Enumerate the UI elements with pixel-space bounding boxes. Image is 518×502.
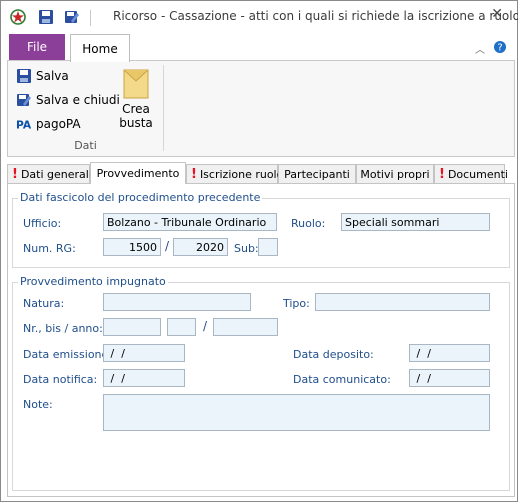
tab-documenti[interactable]: ! Documenti: [434, 164, 508, 183]
window-title: Ricorso - Cassazione - atti con i quali …: [113, 9, 518, 23]
warning-icon: !: [191, 166, 197, 182]
save-icon: [16, 68, 32, 84]
bis-field[interactable]: [167, 318, 196, 336]
salva-label: Salva: [36, 69, 69, 83]
numrg-field[interactable]: [103, 238, 161, 256]
save-close-icon: [16, 92, 32, 108]
ufficio-field[interactable]: [103, 213, 277, 231]
tab-label: Dati generali: [20, 167, 92, 181]
nr-bis-anno-label: Nr., bis / anno:: [23, 322, 103, 335]
tab-file[interactable]: File: [9, 34, 65, 60]
data-emissione-field[interactable]: [103, 344, 185, 362]
salva-chiudi-label: Salva e chiudi: [36, 93, 120, 107]
pagopa-label: pagoPA: [36, 117, 81, 131]
numrg-label: Num. RG:: [23, 242, 76, 255]
crea-busta-button[interactable]: Crea busta: [114, 69, 158, 130]
note-label: Note:: [23, 398, 53, 411]
tipo-label: Tipo:: [283, 297, 310, 310]
fascicolo-group: Dati fascicolo del procedimento preceden…: [12, 191, 510, 268]
pagopa-icon: PA: [16, 116, 32, 132]
document-tabs: ! Dati generali Provvedimento ! Iscrizio…: [7, 162, 513, 184]
salva-chiudi-button[interactable]: Salva e chiudi: [16, 92, 120, 108]
ufficio-label: Ufficio:: [23, 217, 62, 230]
ribbon-group-label: Dati: [74, 139, 97, 152]
provvedimento-legend: Provvedimento impugnato: [18, 275, 168, 288]
ruolo-field[interactable]: [341, 213, 490, 231]
nr-anno-field[interactable]: [213, 318, 278, 336]
ribbon-group-separator: [163, 65, 164, 151]
tab-dati-generali[interactable]: ! Dati generali: [7, 164, 92, 183]
sub-label: Sub:: [234, 242, 259, 255]
tipo-field[interactable]: [315, 293, 490, 311]
sub-field[interactable]: [258, 238, 278, 256]
help-icon[interactable]: ?: [493, 40, 507, 57]
tab-label: Partecipanti: [284, 167, 350, 181]
app-emblem-icon: [9, 8, 27, 26]
numrg-slash: /: [165, 239, 170, 253]
collapse-ribbon-icon[interactable]: ︿: [475, 41, 485, 56]
data-comunicato-field[interactable]: [409, 369, 490, 387]
tab-iscrizione-ruolo[interactable]: ! Iscrizione ruolo: [186, 164, 283, 183]
tab-label: Provvedimento: [96, 167, 180, 180]
note-field[interactable]: [103, 394, 490, 431]
provvedimento-group: Provvedimento impugnato Natura: Tipo: Nr…: [12, 275, 510, 491]
data-comunicato-label: Data comunicato:: [293, 373, 391, 386]
quick-access-separator: [90, 10, 91, 26]
warning-icon: !: [12, 166, 18, 182]
tab-label: Documenti: [447, 167, 508, 181]
data-emissione-label: Data emissione:: [23, 348, 112, 361]
tab-label: Motivi propri: [360, 167, 430, 181]
title-bar: Ricorso - Cassazione - atti con i quali …: [1, 1, 518, 33]
save-icon[interactable]: [37, 8, 55, 26]
tab-provvedimento[interactable]: Provvedimento: [90, 162, 186, 184]
tab-home[interactable]: Home: [70, 34, 130, 62]
pagopa-button[interactable]: PA pagoPA: [16, 116, 81, 132]
envelope-icon: [123, 69, 149, 102]
crea-busta-label: Crea busta: [119, 102, 153, 130]
natura-label: Natura:: [23, 297, 65, 310]
data-deposito-field[interactable]: [409, 344, 490, 362]
ribbon-controls: ︿ ?: [475, 40, 507, 57]
nr-field[interactable]: [103, 318, 161, 336]
nr-slash: /: [203, 319, 208, 333]
salva-button[interactable]: Salva: [16, 68, 69, 84]
numrg-anno-field[interactable]: [173, 238, 228, 256]
natura-field[interactable]: [103, 293, 251, 311]
save-close-icon[interactable]: [63, 8, 81, 26]
tab-partecipanti[interactable]: Partecipanti: [278, 164, 356, 183]
data-notifica-field[interactable]: [103, 369, 185, 387]
tab-panel-provvedimento: Dati fascicolo del procedimento preceden…: [7, 183, 515, 497]
data-deposito-label: Data deposito:: [293, 348, 374, 361]
tab-motivi-propri[interactable]: Motivi propri: [356, 164, 434, 183]
svg-text:PA: PA: [16, 118, 32, 131]
warning-icon: !: [439, 166, 445, 182]
tab-label: Iscrizione ruolo: [199, 167, 284, 181]
fascicolo-legend: Dati fascicolo del procedimento preceden…: [18, 191, 263, 204]
svg-text:?: ?: [497, 43, 502, 54]
data-notifica-label: Data notifica:: [23, 373, 98, 386]
ruolo-label: Ruolo:: [291, 217, 326, 230]
ribbon-panel: Salva Salva e chiudi PA pagoPA Crea bust…: [7, 60, 515, 157]
close-button[interactable]: ✕: [491, 6, 503, 22]
window: Ricorso - Cassazione - atti con i quali …: [0, 0, 518, 502]
